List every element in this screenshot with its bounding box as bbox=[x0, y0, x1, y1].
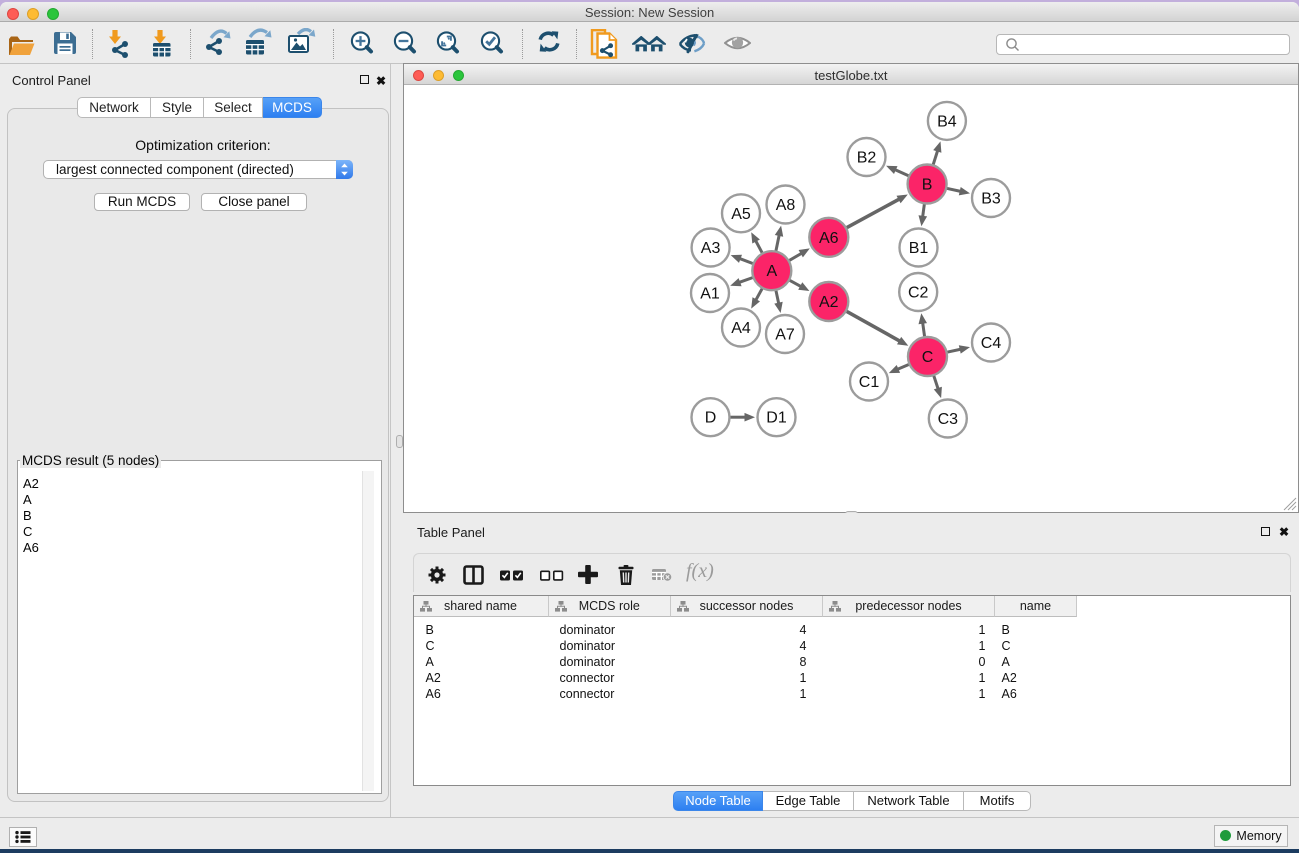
svg-text:C: C bbox=[922, 349, 934, 366]
svg-text:C3: C3 bbox=[938, 411, 959, 428]
svg-text:A7: A7 bbox=[775, 326, 795, 343]
svg-text:C2: C2 bbox=[908, 284, 929, 301]
svg-text:B4: B4 bbox=[937, 113, 957, 130]
svg-text:A6: A6 bbox=[819, 229, 839, 246]
svg-text:A5: A5 bbox=[731, 205, 751, 222]
svg-text:C1: C1 bbox=[859, 374, 880, 391]
svg-text:D: D bbox=[705, 409, 717, 426]
svg-text:B: B bbox=[922, 176, 933, 193]
svg-text:B2: B2 bbox=[857, 149, 877, 166]
svg-text:A4: A4 bbox=[731, 320, 751, 337]
svg-text:A2: A2 bbox=[819, 294, 839, 311]
svg-text:B1: B1 bbox=[909, 240, 929, 257]
svg-text:A: A bbox=[766, 263, 777, 280]
svg-text:C4: C4 bbox=[981, 335, 1002, 352]
svg-text:B3: B3 bbox=[981, 190, 1001, 207]
svg-text:A8: A8 bbox=[776, 197, 796, 214]
svg-text:D1: D1 bbox=[766, 409, 787, 426]
svg-text:A1: A1 bbox=[700, 285, 720, 302]
svg-text:A3: A3 bbox=[701, 240, 721, 257]
